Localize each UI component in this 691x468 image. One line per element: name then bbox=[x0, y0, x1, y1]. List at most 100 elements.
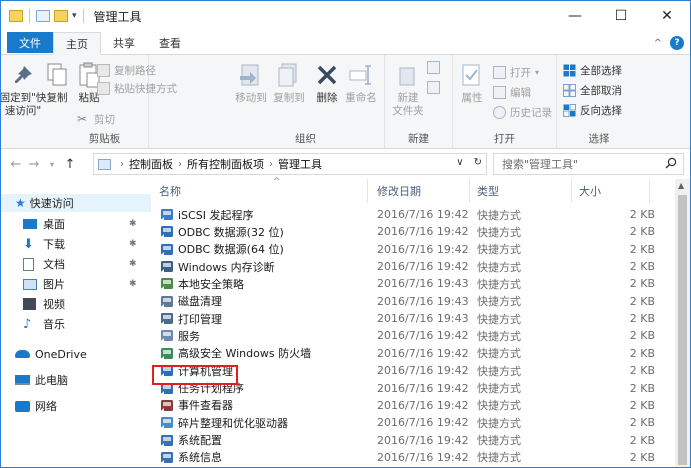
close-button[interactable]: ✕ bbox=[644, 1, 690, 31]
paste-shortcut-button[interactable]: 粘贴快捷方式 bbox=[97, 81, 177, 96]
file-size: 2 KB bbox=[629, 242, 655, 256]
column-divider[interactable] bbox=[469, 179, 470, 203]
file-name-cell[interactable]: 服务 bbox=[159, 327, 200, 344]
breadcrumb-all-items[interactable]: 所有控制面板项 bbox=[187, 156, 264, 172]
search-icon[interactable] bbox=[665, 157, 677, 172]
copy-button[interactable]: 复制 bbox=[43, 61, 71, 105]
new-item-button[interactable] bbox=[427, 61, 440, 74]
vertical-scrollbar[interactable]: ▲ bbox=[675, 179, 690, 467]
address-bar[interactable]: › 控制面板 › 所有控制面板项 › 管理工具 ∨ ↻ bbox=[93, 153, 487, 175]
recent-locations-icon[interactable]: ▾ bbox=[43, 160, 61, 169]
file-name-cell[interactable]: Windows 内存诊断 bbox=[159, 258, 275, 275]
move-to-button[interactable]: 移动到 bbox=[231, 61, 271, 105]
properties-button[interactable]: 属性 bbox=[457, 61, 487, 105]
nav-item-onedrive[interactable]: OneDrive bbox=[1, 345, 87, 363]
minimize-button[interactable]: — bbox=[552, 1, 598, 31]
file-name-cell[interactable]: 系统信息 bbox=[159, 449, 222, 466]
customize-toolbar-icon[interactable]: ▾ bbox=[72, 11, 77, 21]
file-name-cell[interactable]: 事件查看器 bbox=[159, 397, 233, 414]
file-row[interactable]: 系统配置 2016/7/16 19:42 快捷方式 2 KB bbox=[151, 432, 675, 449]
nav-item-music[interactable]: ♪ 音乐 bbox=[1, 315, 65, 333]
column-header-size[interactable]: 大小 bbox=[579, 179, 601, 203]
scrollbar-thumb[interactable] bbox=[678, 195, 687, 465]
file-name-cell[interactable]: ODBC 数据源(32 位) bbox=[159, 223, 284, 240]
search-input[interactable]: 搜索"管理工具" bbox=[493, 153, 684, 175]
column-header-type[interactable]: 类型 bbox=[477, 179, 499, 203]
file-row[interactable]: 打印管理 2016/7/16 19:43 快捷方式 2 KB bbox=[151, 310, 675, 327]
tab-share[interactable]: 共享 bbox=[101, 32, 147, 54]
file-name-cell[interactable]: 本地安全策略 bbox=[159, 275, 244, 292]
nav-item-downloads[interactable]: ⬇ 下载 ✱ bbox=[1, 235, 137, 253]
move-to-label: 移动到 bbox=[235, 92, 267, 104]
nav-item-documents[interactable]: 文档 ✱ bbox=[1, 255, 137, 273]
column-divider[interactable] bbox=[571, 179, 572, 203]
breadcrumb-current[interactable]: 管理工具 bbox=[278, 156, 322, 172]
forward-arrow-icon[interactable]: → bbox=[25, 157, 43, 172]
file-name-cell[interactable]: ODBC 数据源(64 位) bbox=[159, 241, 284, 258]
nav-item-quick-access[interactable]: ★ 快速访问 bbox=[1, 194, 151, 212]
breadcrumb-control-panel[interactable]: 控制面板 bbox=[129, 156, 173, 172]
file-row[interactable]: Windows 内存诊断 2016/7/16 19:42 快捷方式 2 KB bbox=[151, 258, 675, 275]
file-date: 2016/7/16 19:42 bbox=[377, 450, 469, 464]
file-name-cell[interactable]: iSCSI 发起程序 bbox=[159, 206, 253, 223]
file-row[interactable]: ODBC 数据源(64 位) 2016/7/16 19:42 快捷方式 2 KB bbox=[151, 241, 675, 258]
file-row[interactable]: 碎片整理和优化驱动器 2016/7/16 19:42 快捷方式 2 KB bbox=[151, 414, 675, 431]
file-row[interactable]: 事件查看器 2016/7/16 19:42 快捷方式 2 KB bbox=[151, 397, 675, 414]
file-name-cell[interactable]: 打印管理 bbox=[159, 310, 222, 327]
nav-item-pictures[interactable]: 图片 ✱ bbox=[1, 275, 137, 293]
new-folder-icon[interactable] bbox=[54, 10, 68, 22]
file-name-cell[interactable]: 系统配置 bbox=[159, 432, 222, 449]
select-all-button[interactable]: 全部选择 bbox=[563, 63, 622, 78]
back-arrow-icon[interactable]: ← bbox=[7, 157, 25, 172]
easy-access-button[interactable] bbox=[427, 81, 440, 94]
column-header-date[interactable]: 修改日期 bbox=[377, 179, 421, 203]
file-row[interactable]: 系统信息 2016/7/16 19:42 快捷方式 2 KB bbox=[151, 449, 675, 466]
maximize-button[interactable]: ☐ bbox=[598, 1, 644, 31]
address-dropdown-icon[interactable]: ∨ bbox=[456, 157, 463, 168]
delete-button[interactable]: 删除 bbox=[313, 61, 341, 105]
column-divider[interactable] bbox=[649, 179, 650, 203]
file-row[interactable]: iSCSI 发起程序 2016/7/16 19:42 快捷方式 2 KB bbox=[151, 206, 675, 223]
system-info-icon bbox=[159, 450, 174, 464]
tab-home[interactable]: 主页 bbox=[53, 32, 101, 55]
copy-to-button[interactable]: 复制到 bbox=[269, 61, 309, 105]
organize-group-label: 组织 bbox=[295, 133, 316, 145]
column-divider[interactable] bbox=[367, 179, 368, 203]
help-icon[interactable]: ? bbox=[670, 36, 684, 50]
file-row[interactable]: 高级安全 Windows 防火墙 2016/7/16 19:42 快捷方式 2 KB bbox=[151, 345, 675, 362]
invert-selection-button[interactable]: 反向选择 bbox=[563, 103, 622, 118]
pin-quick-access-button[interactable]: 固定到"快 速访问" bbox=[1, 61, 46, 118]
refresh-icon[interactable]: ↻ bbox=[474, 157, 482, 168]
rename-button[interactable]: 重命名 bbox=[343, 61, 379, 105]
file-row[interactable]: ODBC 数据源(32 位) 2016/7/16 19:42 快捷方式 2 KB bbox=[151, 223, 675, 240]
file-name-cell[interactable]: 高级安全 Windows 防火墙 bbox=[159, 345, 311, 362]
tab-file[interactable]: 文件 bbox=[7, 32, 53, 53]
nav-item-label: 此电脑 bbox=[35, 374, 68, 387]
nav-item-label: 网络 bbox=[35, 400, 57, 413]
nav-item-this-pc[interactable]: 此电脑 bbox=[1, 371, 68, 389]
up-arrow-icon[interactable]: ↑ bbox=[61, 157, 79, 172]
file-name-cell[interactable]: 磁盘清理 bbox=[159, 293, 222, 310]
new-folder-button[interactable]: 新建 文件夹 bbox=[391, 61, 425, 118]
nav-item-network[interactable]: 网络 bbox=[1, 397, 57, 415]
tab-view[interactable]: 查看 bbox=[147, 32, 193, 54]
file-row[interactable]: 服务 2016/7/16 19:42 快捷方式 2 KB bbox=[151, 327, 675, 344]
history-button[interactable]: 历史记录 bbox=[493, 105, 552, 120]
cut-button[interactable]: ✂ 剪切 bbox=[77, 112, 115, 127]
open-button[interactable]: 打开 ▾ bbox=[493, 65, 539, 80]
open-dropdown-icon[interactable]: ▾ bbox=[535, 68, 539, 77]
edit-button[interactable]: 编辑 bbox=[493, 85, 531, 100]
chevron-up-icon[interactable]: ^ bbox=[654, 38, 662, 49]
copy-path-button[interactable]: 复制路径 bbox=[97, 63, 156, 78]
nav-item-videos[interactable]: 视频 bbox=[1, 295, 65, 313]
file-name: ODBC 数据源(32 位) bbox=[178, 225, 284, 239]
properties-icon[interactable] bbox=[36, 10, 50, 22]
nav-item-desktop[interactable]: 桌面 ✱ bbox=[1, 215, 137, 233]
column-header-name[interactable]: 名称 bbox=[159, 179, 181, 203]
file-row[interactable]: 本地安全策略 2016/7/16 19:43 快捷方式 2 KB bbox=[151, 275, 675, 292]
select-none-button[interactable]: 全部取消 bbox=[563, 83, 622, 98]
scroll-up-icon[interactable]: ▲ bbox=[678, 181, 684, 190]
copy-path-label: 复制路径 bbox=[114, 65, 156, 77]
file-row[interactable]: 磁盘清理 2016/7/16 19:43 快捷方式 2 KB bbox=[151, 293, 675, 310]
file-name-cell[interactable]: 碎片整理和优化驱动器 bbox=[159, 414, 288, 431]
